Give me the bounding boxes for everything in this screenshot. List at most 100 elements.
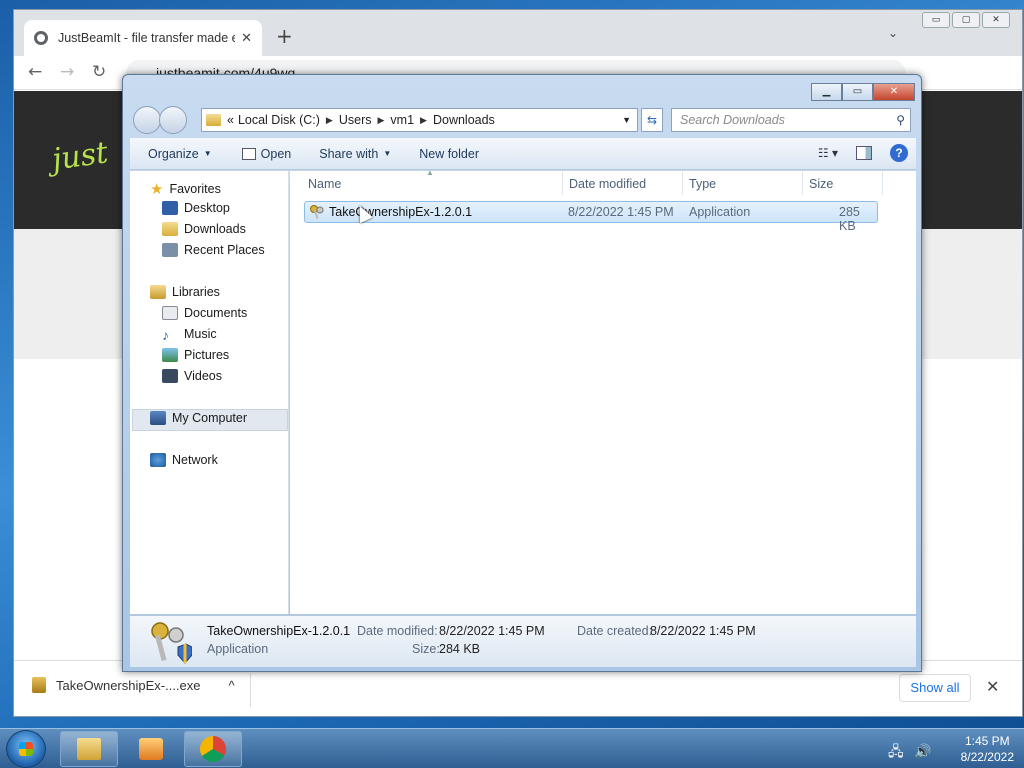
taskbar-explorer[interactable] (60, 731, 118, 767)
nav-pictures[interactable]: Pictures (162, 348, 229, 362)
breadcrumb-downloads[interactable]: Downloads (433, 113, 495, 127)
organize-button[interactable]: Organize ▼ (148, 147, 212, 161)
change-view-icon[interactable]: ☷ ▾ (818, 146, 838, 160)
tab-title: JustBeamIt - file transfer made ea (57, 31, 236, 45)
chevron-down-icon: ▼ (203, 149, 212, 158)
address-bar[interactable]: « Local Disk (C:) ▶ Users ▶ vm1 ▶ Downlo… (201, 108, 638, 132)
network-tray-icon[interactable]: 🖧 (888, 744, 904, 760)
videos-icon (162, 369, 178, 383)
folder-icon (206, 114, 221, 126)
nav-music[interactable]: ♪ Music (162, 327, 217, 343)
taskbar-chrome[interactable] (184, 731, 242, 767)
nav-label: Favorites (169, 182, 221, 196)
column-size[interactable]: Size (809, 177, 833, 191)
open-button[interactable]: Open (241, 147, 291, 161)
nav-my-computer[interactable]: My Computer (150, 411, 247, 425)
volume-icon[interactable]: 🔊 (914, 744, 931, 760)
column-divider[interactable] (562, 171, 563, 195)
breadcrumb-vm1[interactable]: vm1 (390, 113, 414, 127)
column-date-modified[interactable]: Date modified (569, 177, 646, 191)
file-name: TakeOwnershipEx-1.2.0.1 (329, 205, 473, 219)
file-list: ▲ Name Date modified Type Size TakeOwner… (290, 168, 916, 614)
taskbar-media-player[interactable] (122, 731, 180, 767)
media-player-icon (139, 738, 163, 760)
tray-icons: 🖧 🔊 (888, 741, 932, 765)
help-icon[interactable]: ? (890, 144, 908, 162)
search-placeholder: Search Downloads (680, 113, 785, 127)
chevron-right-icon[interactable]: ▶ (420, 115, 427, 126)
nav-network[interactable]: Network (150, 453, 218, 467)
nav-label: Libraries (172, 285, 220, 299)
application-key-icon (151, 622, 192, 664)
nav-label: Recent Places (184, 243, 265, 257)
maximize-button[interactable]: ▭ (842, 83, 873, 101)
chrome-window-controls: ▭ ▢ ✕ (922, 12, 1010, 28)
maximize-button[interactable]: ▢ (952, 12, 980, 28)
chevron-down-icon: ▼ (383, 149, 392, 158)
column-divider[interactable] (802, 171, 803, 195)
forward-button[interactable] (159, 106, 187, 134)
nav-label: Downloads (184, 222, 246, 236)
clock-time: 1:45 PM (964, 734, 1010, 748)
tab-search-button[interactable]: ⌄ (888, 26, 898, 40)
refresh-button[interactable]: ⇆ (641, 108, 663, 132)
column-divider[interactable] (882, 171, 883, 195)
column-divider[interactable] (682, 171, 683, 195)
pictures-icon (162, 348, 178, 362)
divider (250, 673, 251, 707)
clock[interactable]: 1:45 PM 8/22/2022 (961, 733, 1014, 765)
nav-videos[interactable]: Videos (162, 369, 222, 383)
nav-downloads[interactable]: Downloads (162, 222, 246, 236)
column-type[interactable]: Type (689, 177, 716, 191)
column-name[interactable]: Name (308, 177, 341, 191)
share-with-button[interactable]: Share with ▼ (319, 147, 391, 161)
download-item[interactable]: TakeOwnershipEx-....exe ^ (32, 677, 235, 693)
start-button[interactable] (6, 730, 46, 768)
details-size: 284 KB (439, 642, 481, 656)
close-icon[interactable]: ✕ (986, 677, 999, 696)
minimize-button[interactable]: ▁ (811, 83, 842, 101)
search-icon: ⚲ (896, 113, 905, 127)
file-row[interactable]: TakeOwnershipEx-1.2.0.1 8/22/2022 1:45 P… (304, 201, 878, 233)
forward-icon[interactable]: → (60, 62, 74, 82)
breadcrumb-overflow[interactable]: « (227, 113, 234, 127)
search-input[interactable]: Search Downloads ⚲ (671, 108, 911, 132)
tab-close-icon[interactable]: ✕ (241, 31, 252, 46)
new-tab-button[interactable]: + (276, 24, 293, 48)
breadcrumb-users[interactable]: Users (339, 113, 372, 127)
network-icon (150, 453, 166, 467)
back-icon[interactable]: ← (28, 62, 42, 82)
nav-favorites[interactable]: ★ Favorites (150, 180, 221, 198)
show-all-button[interactable]: Show all (899, 674, 971, 702)
explorer-window: ▁ ▭ ✕ « Local Disk (C:) ▶ Users ▶ vm1 ▶ … (122, 74, 922, 672)
site-logo: just (49, 135, 111, 178)
libraries-icon (150, 285, 166, 299)
breadcrumb-local-disk[interactable]: Local Disk (C:) (238, 113, 320, 127)
chevron-right-icon[interactable]: ▶ (326, 115, 333, 126)
new-folder-button[interactable]: New folder (419, 147, 479, 161)
chevron-right-icon[interactable]: ▶ (378, 115, 385, 126)
key-icon (310, 205, 324, 220)
details-size-label: Size: (412, 642, 440, 656)
nav-label: Documents (184, 306, 248, 320)
close-button[interactable]: ✕ (982, 12, 1010, 28)
close-button[interactable]: ✕ (873, 83, 915, 101)
details-date-created: 8/22/2022 1:45 PM (650, 624, 756, 638)
chevron-down-icon[interactable]: ▼ (622, 115, 631, 125)
new-folder-label: New folder (419, 146, 479, 161)
folder-icon (77, 738, 101, 760)
star-icon: ★ (150, 181, 164, 198)
preview-pane-icon[interactable] (856, 146, 872, 160)
nav-label: Network (172, 453, 218, 467)
minimize-button[interactable]: ▭ (922, 12, 950, 28)
nav-documents[interactable]: Documents (162, 306, 247, 320)
nav-label: Pictures (184, 348, 230, 362)
file-type: Application (689, 205, 751, 219)
nav-libraries[interactable]: Libraries (150, 285, 220, 299)
back-button[interactable] (133, 106, 161, 134)
browser-tab[interactable]: JustBeamIt - file transfer made ea ✕ (24, 20, 262, 56)
nav-recent-places[interactable]: Recent Places (162, 243, 265, 257)
nav-desktop[interactable]: Desktop (162, 201, 230, 215)
chevron-up-icon[interactable]: ^ (229, 678, 235, 693)
reload-icon[interactable]: ↻ (92, 62, 106, 82)
